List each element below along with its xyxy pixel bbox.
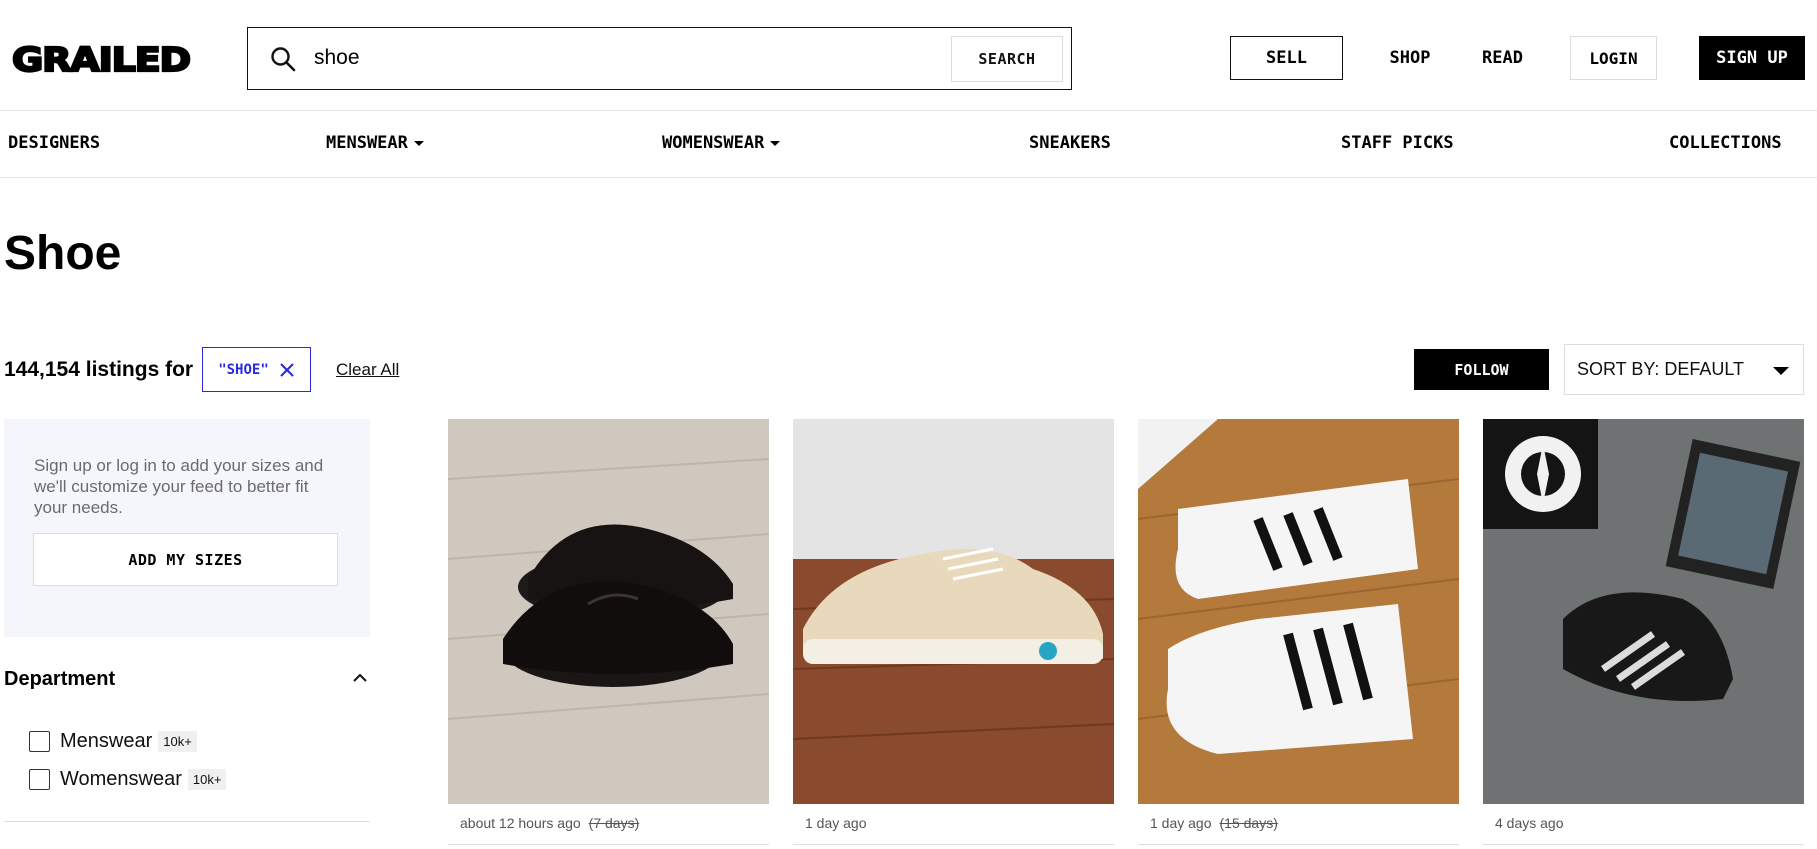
sort-label: SORT BY: DEFAULT xyxy=(1577,359,1745,379)
filter-chip-label: "SHOE" xyxy=(218,361,269,378)
listing-card[interactable]: 1 day ago (15 days) xyxy=(1138,419,1459,849)
add-sizes-panel: Sign up or log in to add your sizes and … xyxy=(4,419,370,637)
site-header: GRAILED SEARCH SELL SHOP READ LOGIN SIGN… xyxy=(0,0,1817,111)
department-option-menswear[interactable]: Menswear 10k+ xyxy=(29,730,197,753)
search-icon xyxy=(271,47,296,72)
nav-womenswear-label: WOMENSWEAR xyxy=(662,133,765,153)
department-option-womenswear[interactable]: Womenswear 10k+ xyxy=(29,768,227,791)
nav-designers[interactable]: DESIGNERS xyxy=(8,133,100,153)
department-option-label: Menswear xyxy=(60,730,153,752)
listing-image[interactable] xyxy=(793,419,1114,804)
nav-collections[interactable]: COLLECTIONS xyxy=(1669,133,1782,153)
listing-image[interactable] xyxy=(448,419,769,804)
grailed-logo[interactable]: GRAILED xyxy=(12,40,192,76)
caret-down-icon xyxy=(770,140,781,146)
listing-image[interactable] xyxy=(1483,419,1804,804)
listing-card[interactable]: 1 day ago xyxy=(793,419,1114,849)
listing-divider xyxy=(1138,844,1459,845)
sort-dropdown[interactable]: SORT BY: DEFAULT xyxy=(1564,344,1804,395)
listing-time: about 12 hours ago (7 days) xyxy=(460,815,639,831)
clear-all-link[interactable]: Clear All xyxy=(336,360,399,380)
search-button[interactable]: SEARCH xyxy=(951,36,1063,82)
listing-time-current: 1 day ago xyxy=(805,815,867,831)
search-bar: SEARCH xyxy=(247,27,1072,90)
svg-text:GRAILED: GRAILED xyxy=(12,40,190,76)
department-heading[interactable]: Department xyxy=(4,668,115,691)
read-link[interactable]: READ xyxy=(1470,36,1535,80)
department-count-badge: 10k+ xyxy=(187,769,227,790)
listing-time: 1 day ago xyxy=(805,815,867,831)
listing-time-original: (15 days) xyxy=(1219,815,1278,831)
search-input[interactable] xyxy=(314,42,874,74)
department-count-badge: 10k+ xyxy=(158,731,197,752)
listing-image[interactable] xyxy=(1138,419,1459,804)
department-option-label: Womenswear xyxy=(60,768,182,790)
login-button[interactable]: LOGIN xyxy=(1570,36,1657,80)
chevron-up-icon[interactable] xyxy=(352,672,368,684)
logo-wordmark: GRAILED xyxy=(12,40,192,76)
listing-divider xyxy=(1483,844,1804,845)
add-sizes-prompt: Sign up or log in to add your sizes and … xyxy=(34,456,324,517)
close-icon[interactable] xyxy=(279,362,295,378)
filter-chip-shoe[interactable]: "SHOE" xyxy=(202,347,311,392)
follow-button[interactable]: FOLLOW xyxy=(1414,349,1549,390)
listing-divider xyxy=(793,844,1114,845)
nav-menswear[interactable]: MENSWEAR xyxy=(326,133,424,153)
listing-time-current: 1 day ago xyxy=(1150,815,1212,831)
womenswear-checkbox[interactable] xyxy=(29,769,50,790)
sidebar-divider xyxy=(4,821,370,822)
nav-womenswear[interactable]: WOMENSWEAR xyxy=(662,133,781,153)
listing-divider xyxy=(448,844,769,845)
page-title: Shoe xyxy=(4,227,122,280)
nav-collections-label: COLLECTIONS xyxy=(1669,133,1782,153)
nav-staff-picks-label: STAFF PICKS xyxy=(1341,133,1454,153)
nav-sneakers-label: SNEAKERS xyxy=(1029,133,1111,153)
nav-sneakers[interactable]: SNEAKERS xyxy=(1029,133,1111,153)
listing-count: 144,154 listings for xyxy=(4,358,194,381)
listing-time: 1 day ago (15 days) xyxy=(1150,815,1278,831)
add-my-sizes-button[interactable]: ADD MY SIZES xyxy=(33,533,338,586)
sell-button[interactable]: SELL xyxy=(1230,36,1343,80)
listing-card[interactable]: 4 days ago xyxy=(1483,419,1804,849)
caret-down-icon xyxy=(413,140,424,146)
listing-time-original: (7 days) xyxy=(588,815,640,831)
caret-down-icon xyxy=(1773,367,1789,375)
listing-time-current: about 12 hours ago xyxy=(460,815,581,831)
category-nav: DESIGNERS MENSWEAR WOMENSWEAR SNEAKERS S… xyxy=(0,111,1817,178)
listing-time: 4 days ago xyxy=(1495,815,1564,831)
listing-time-current: 4 days ago xyxy=(1495,815,1564,831)
nav-staff-picks[interactable]: STAFF PICKS xyxy=(1341,133,1454,153)
nav-designers-label: DESIGNERS xyxy=(8,133,101,153)
shop-link[interactable]: SHOP xyxy=(1375,36,1445,80)
listing-card[interactable]: about 12 hours ago (7 days) xyxy=(448,419,769,849)
menswear-checkbox[interactable] xyxy=(29,731,50,752)
signup-button[interactable]: SIGN UP xyxy=(1699,36,1805,80)
nav-menswear-label: MENSWEAR xyxy=(326,133,408,153)
